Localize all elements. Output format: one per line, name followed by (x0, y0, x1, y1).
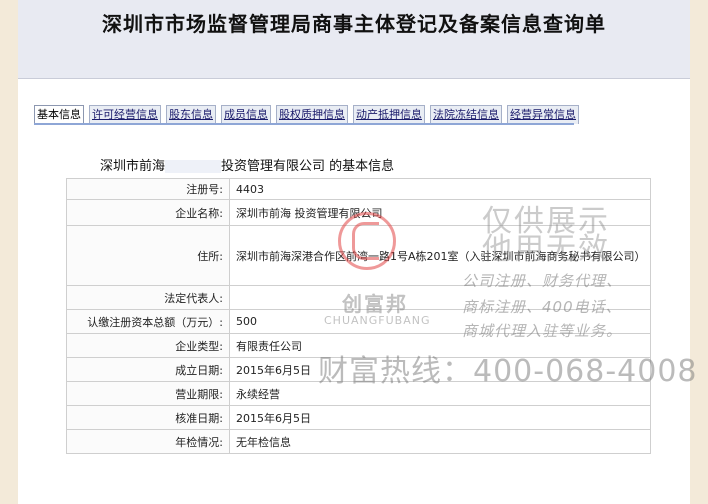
field-label: 企业名称: (66, 199, 230, 226)
table-row: 认缴注册资本总额（万元）: 500 (66, 309, 651, 334)
tab-divider (34, 123, 574, 125)
approval-date-value: 2015年6月5日 (229, 405, 651, 430)
company-name-value: 深圳市前海 投资管理有限公司 (229, 199, 651, 226)
tab-basic-info[interactable]: 基本信息 (34, 105, 84, 124)
field-label: 注册号: (66, 178, 230, 200)
heading-middle: 投资管理有限公司 (221, 159, 326, 174)
field-label: 住所: (66, 225, 230, 286)
tab-shareholders[interactable]: 股东信息 (166, 105, 216, 124)
tab-court-freeze[interactable]: 法院冻结信息 (430, 105, 502, 124)
registered-capital-value: 500 (229, 309, 651, 334)
content-panel: 基本信息 许可经营信息 股东信息 成员信息 股权质押信息 动产抵押信息 法院冻结… (18, 79, 690, 504)
tab-equity-pledge[interactable]: 股权质押信息 (276, 105, 348, 124)
tab-chattel-mortgage[interactable]: 动产抵押信息 (353, 105, 425, 124)
field-label: 年检情况: (66, 429, 230, 454)
legal-representative-value (229, 285, 651, 310)
field-label: 成立日期: (66, 357, 230, 382)
tab-license-info[interactable]: 许可经营信息 (89, 105, 161, 124)
field-label: 法定代表人: (66, 285, 230, 310)
table-row: 注册号: 4403 (66, 178, 651, 200)
watermark-logo-mark (352, 222, 379, 260)
table-row: 企业类型: 有限责任公司 (66, 333, 651, 358)
redaction-block (165, 160, 222, 173)
established-date-value: 2015年6月5日 (229, 357, 651, 382)
field-label: 营业期限: (66, 381, 230, 406)
page-title: 深圳市市场监督管理局商事主体登记及备案信息查询单 (102, 12, 606, 36)
tab-members[interactable]: 成员信息 (221, 105, 271, 124)
table-row: 法定代表人: (66, 285, 651, 310)
field-label: 企业类型: (66, 333, 230, 358)
field-label: 认缴注册资本总额（万元）: (66, 309, 230, 334)
field-label: 核准日期: (66, 405, 230, 430)
company-heading: 深圳市前海 投资管理有限公司 的基本信息 (100, 155, 394, 174)
registration-number-value: 4403 (229, 178, 651, 200)
tab-bar: 基本信息 许可经营信息 股东信息 成员信息 股权质押信息 动产抵押信息 法院冻结… (34, 105, 584, 124)
annual-inspection-value: 无年检信息 (229, 429, 651, 454)
business-term-value: 永续经营 (229, 381, 651, 406)
table-row: 成立日期: 2015年6月5日 (66, 357, 651, 382)
heading-prefix: 深圳市前海 (100, 159, 166, 174)
table-row: 营业期限: 永续经营 (66, 381, 651, 406)
tab-abnormal-operation[interactable]: 经营异常信息 (507, 105, 579, 124)
table-row: 核准日期: 2015年6月5日 (66, 405, 651, 430)
table-row: 年检情况: 无年检信息 (66, 429, 651, 454)
heading-suffix: 的基本信息 (325, 159, 395, 174)
title-bar: 深圳市市场监督管理局商事主体登记及备案信息查询单 (18, 0, 690, 79)
address-value: 深圳市前海深港合作区前湾一路1号A栋201室（入驻深圳市前海商务秘书有限公司） (229, 225, 651, 286)
company-type-value: 有限责任公司 (229, 333, 651, 358)
